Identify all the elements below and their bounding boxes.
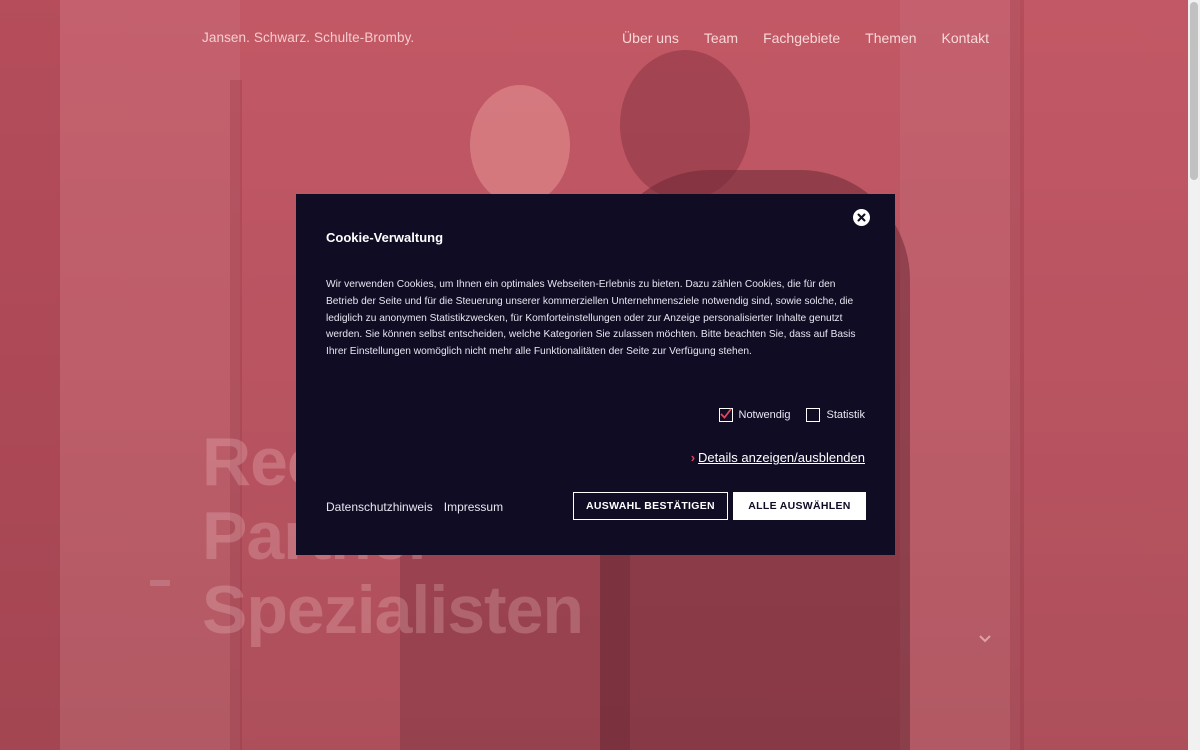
- cookie-category-checkboxes: Notwendig Statistik: [718, 408, 865, 422]
- modal-title: Cookie-Verwaltung: [326, 230, 444, 245]
- cookie-modal: Cookie-Verwaltung Wir verwenden Cookies,…: [296, 194, 895, 555]
- brand-logo-link[interactable]: Jansen. Schwarz. Schulte-Bromby.: [202, 30, 414, 45]
- close-icon[interactable]: [853, 209, 870, 226]
- modal-footer-links: Datenschutzhinweis Impressum: [326, 500, 503, 514]
- checkbox-notwendig-label: Notwendig: [738, 409, 791, 421]
- door-handle: [150, 580, 170, 586]
- details-toggle-label[interactable]: Details anzeigen/ausblenden: [698, 450, 865, 465]
- page-scrollbar[interactable]: [1188, 0, 1200, 750]
- checkmark-icon: [719, 408, 732, 419]
- confirm-selection-button[interactable]: AUSWAHL BESTÄTIGEN: [573, 492, 728, 520]
- person-left-head: [470, 85, 570, 205]
- modal-description: Wir verwenden Cookies, um Ihnen ein opti…: [326, 279, 856, 358]
- select-all-button[interactable]: ALLE AUSWÄHLEN: [733, 492, 866, 520]
- checkbox-statistik-box[interactable]: [806, 408, 821, 422]
- checkbox-statistik[interactable]: Statistik: [806, 408, 865, 422]
- details-toggle-link[interactable]: › Details anzeigen/ausblenden: [691, 450, 865, 465]
- scrollbar-thumb[interactable]: [1190, 2, 1198, 180]
- nav-item-ueber-uns[interactable]: Über uns: [622, 30, 679, 46]
- checkbox-statistik-label: Statistik: [826, 409, 865, 421]
- checkbox-notwendig[interactable]: Notwendig: [718, 408, 791, 422]
- checkbox-notwendig-box[interactable]: [718, 408, 733, 422]
- chevron-right-icon: ›: [690, 450, 696, 465]
- privacy-link[interactable]: Datenschutzhinweis: [326, 500, 433, 514]
- imprint-link[interactable]: Impressum: [444, 500, 503, 514]
- nav-item-kontakt[interactable]: Kontakt: [942, 30, 989, 46]
- main-nav: Über uns Team Fachgebiete Themen Kontakt: [622, 30, 989, 46]
- scroll-down-chevron-icon[interactable]: [978, 632, 992, 646]
- hero-line-3: Spezialisten: [202, 572, 584, 648]
- nav-item-team[interactable]: Team: [704, 30, 738, 46]
- site-header: Jansen. Schwarz. Schulte-Bromby. Über un…: [0, 0, 1188, 78]
- nav-item-themen[interactable]: Themen: [865, 30, 916, 46]
- nav-item-fachgebiete[interactable]: Fachgebiete: [763, 30, 840, 46]
